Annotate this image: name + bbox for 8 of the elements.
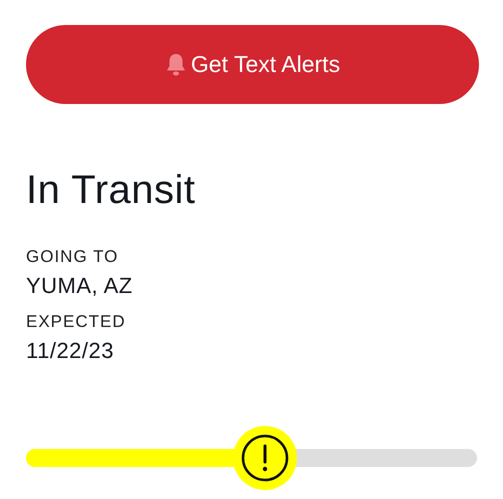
detail-value: 11/22/23 bbox=[26, 338, 116, 364]
detail-value: YUMA, AZ bbox=[26, 273, 134, 299]
alert-icon bbox=[241, 434, 290, 482]
get-text-alerts-button[interactable]: Get Text Alerts bbox=[26, 25, 479, 104]
detail-label: GOING TO bbox=[26, 247, 120, 267]
shipment-status: In Transit bbox=[26, 168, 197, 213]
detail-label: EXPECTED bbox=[26, 312, 127, 332]
bell-icon bbox=[164, 52, 187, 76]
